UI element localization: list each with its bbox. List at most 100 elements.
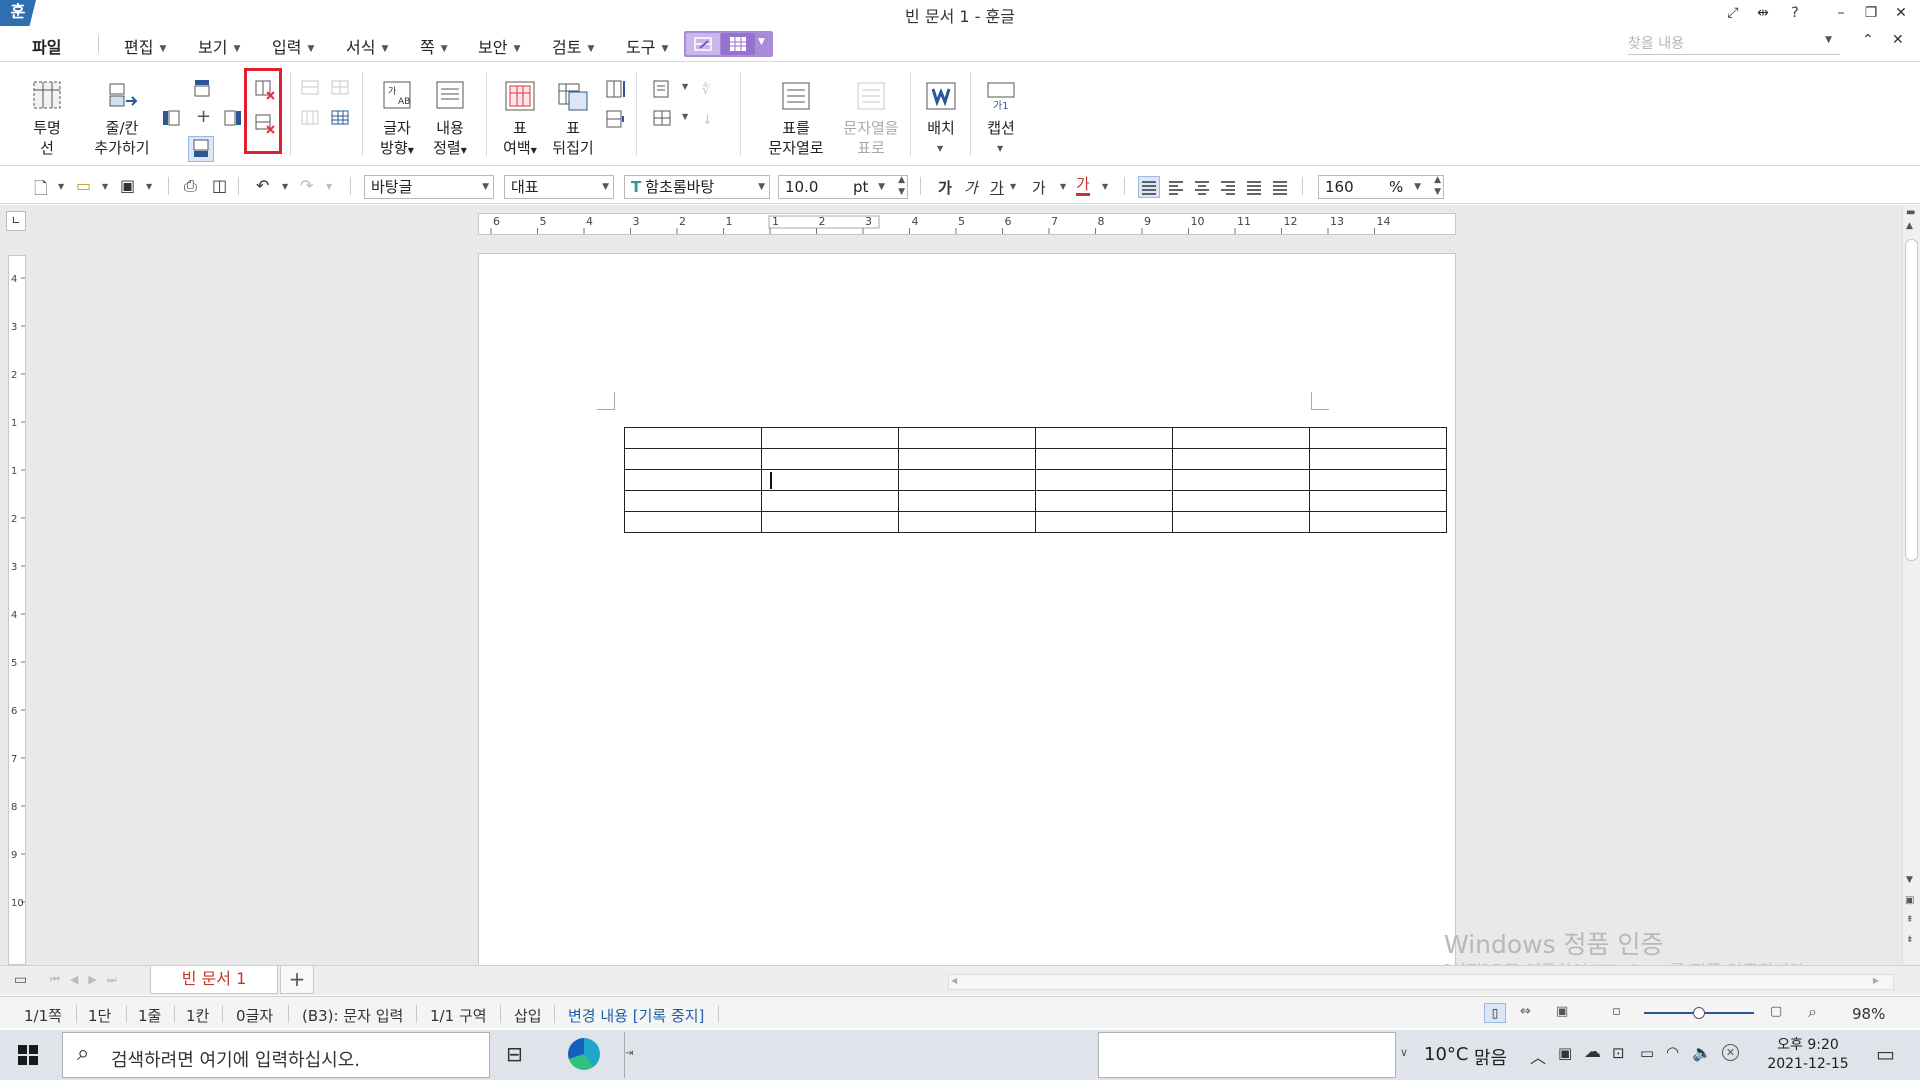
chevron-down-icon[interactable]: ▼ (282, 182, 288, 191)
menu-tools[interactable]: 도구 ▼ (626, 34, 668, 58)
toolbar-handle-icon[interactable]: ⇥ (624, 1032, 644, 1078)
zoom-slider-thumb[interactable] (1693, 1007, 1705, 1019)
table-cell[interactable] (1309, 448, 1447, 470)
table-cell[interactable] (1172, 490, 1310, 512)
row-height-icon[interactable] (604, 108, 626, 130)
collapse-ribbon-icon[interactable]: ⌃ (1862, 32, 1874, 48)
justify-button[interactable] (1138, 176, 1160, 198)
chevron-down-icon[interactable]: ▼ (1825, 35, 1832, 45)
table-cell[interactable] (898, 490, 1036, 512)
zoom-out-icon[interactable]: ▫ (1612, 1004, 1621, 1019)
scroll-up-icon[interactable]: ▲ (1906, 221, 1913, 231)
close-document-icon[interactable]: ✕ (1892, 32, 1904, 48)
insert-left-icon[interactable] (162, 108, 182, 128)
table-cell[interactable] (761, 448, 899, 470)
close-icon[interactable]: ✕ (1892, 4, 1910, 22)
table-cell[interactable] (761, 427, 899, 449)
distribute-icon[interactable] (1244, 177, 1264, 197)
full-page-view-icon[interactable]: ▣ (1556, 1004, 1568, 1019)
table-cell[interactable] (1035, 511, 1173, 533)
font-color-button[interactable]: 가 (1076, 176, 1090, 196)
tab-document[interactable]: 빈 문서 1 (150, 966, 278, 994)
table-cell[interactable] (898, 427, 1036, 449)
task-view-icon[interactable]: ⊟ (506, 1042, 523, 1066)
new-document-icon[interactable]: 🗋 (34, 176, 48, 205)
menu-format[interactable]: 서식 ▼ (346, 34, 388, 58)
next-page-icon[interactable]: ⇟ (1906, 935, 1914, 945)
web-view-icon[interactable]: ⇔ (1520, 1004, 1531, 1019)
normal-view-icon[interactable]: ▯ (1484, 1003, 1506, 1023)
align-right-icon[interactable] (1218, 177, 1238, 197)
table-cell[interactable] (761, 469, 899, 491)
vertical-ruler[interactable]: 4 3 2 1 1 2 3 4 5 6 7 8 9 10 (8, 255, 26, 965)
find-input[interactable]: 찾을 내용 ▼ (1628, 33, 1840, 55)
volume-icon[interactable]: 🔈 (1692, 1043, 1712, 1062)
table-cell[interactable] (761, 490, 899, 512)
clock-time[interactable]: 오후 9:20 (1758, 1034, 1858, 1054)
menu-security[interactable]: 보안 ▼ (478, 34, 520, 58)
spinner-icon[interactable]: ▲ ▼ (898, 174, 905, 198)
delete-row-col-group[interactable] (244, 68, 282, 154)
scroll-thumb[interactable] (1905, 239, 1918, 561)
print-icon[interactable]: ⎙ (184, 176, 197, 196)
document-page[interactable] (478, 253, 1456, 973)
content-align-button[interactable]: 내용 정렬▼ (424, 62, 476, 162)
table-layout-tab[interactable] (721, 33, 755, 55)
table-to-text-button[interactable]: 표를 문자열로 (760, 62, 832, 162)
horizontal-scrollbar[interactable]: ◀ ▶ (948, 974, 1894, 990)
table-flip-button[interactable]: 표 뒤집기 (548, 62, 598, 162)
table-cell[interactable] (1172, 427, 1310, 449)
tab-nav-icons[interactable]: ⏮◀▶⏭ (50, 973, 127, 987)
ruler-corner-icon[interactable]: ∟ (6, 211, 26, 231)
menu-view[interactable]: 보기 ▼ (198, 34, 240, 58)
insert-right-icon[interactable] (222, 108, 242, 128)
line-spacing-input[interactable]: 160% ▼ ▲ ▼ (1318, 175, 1444, 199)
restore-icon[interactable]: ❐ (1862, 4, 1880, 22)
zoom-icon[interactable]: ⌕ (1808, 1002, 1817, 1022)
chevron-down-icon[interactable]: ▼ (146, 182, 152, 191)
zoom-level[interactable]: 98% (1852, 1005, 1885, 1023)
delete-row-icon[interactable] (254, 113, 276, 135)
cell-border-icon[interactable] (652, 108, 674, 130)
chevron-down-icon[interactable]: ▼ (758, 37, 765, 47)
font-select[interactable]: T 함초롬바탕 ▼ (624, 175, 770, 199)
transparent-line-button[interactable]: 투명 선 (24, 62, 70, 162)
text-direction-button[interactable]: 가 AB 글자 방향▼ (372, 62, 422, 162)
battery-icon[interactable]: ▭ (1640, 1044, 1654, 1062)
chevron-down-icon[interactable]: ▼ (1102, 182, 1108, 191)
menu-file[interactable]: 파일 (32, 34, 61, 58)
table-cell[interactable] (1309, 490, 1447, 512)
menu-review[interactable]: 검토 ▼ (552, 34, 594, 58)
chevron-down-icon[interactable]: ▼ (1010, 182, 1016, 191)
minimize-icon[interactable]: – (1832, 4, 1850, 22)
insert-above-icon[interactable] (192, 78, 212, 98)
font-size-input[interactable]: 10.0 pt ▼ ▲ ▼ (778, 175, 908, 199)
windows-start-icon[interactable] (18, 1045, 38, 1065)
table-cell[interactable] (898, 469, 1036, 491)
document-table[interactable] (624, 427, 1447, 533)
chevron-down-icon[interactable]: ▼ (682, 112, 688, 121)
table-cell[interactable] (1309, 427, 1447, 449)
chevron-down-icon[interactable]: ▼ (682, 82, 688, 91)
save-icon[interactable]: ▣ (120, 176, 135, 195)
table-margin-button[interactable]: 표 여백▼ (494, 62, 546, 162)
arrange-button[interactable]: 배치 ▼ (916, 62, 966, 162)
delete-column-icon[interactable] (254, 79, 276, 101)
align-left-icon[interactable] (1166, 177, 1186, 197)
table-cell[interactable] (898, 448, 1036, 470)
language-select[interactable]: 대표 ▼ (504, 175, 614, 199)
table-cell[interactable] (624, 469, 762, 491)
table-cell[interactable] (1309, 469, 1447, 491)
vertical-scrollbar[interactable]: ▬ ▲ ▼ ▣ ⇞ ⇟ (1902, 205, 1920, 965)
memo-icon[interactable]: ▭ (14, 972, 27, 988)
split-view-icon[interactable]: ⇹ (1754, 4, 1772, 22)
chevron-down-icon[interactable]: ▼ (1060, 182, 1066, 191)
table-cell[interactable] (624, 448, 762, 470)
scroll-right-icon[interactable]: ▶ (1873, 976, 1879, 985)
split-distribute-icon[interactable] (1270, 177, 1290, 197)
table-cell[interactable] (1035, 490, 1173, 512)
italic-button[interactable]: 가 (964, 177, 978, 198)
menu-page[interactable]: 쪽 ▼ (420, 34, 448, 58)
weather-text[interactable]: 맑음 (1474, 1044, 1507, 1070)
undo-icon[interactable]: ↶ (256, 176, 269, 195)
